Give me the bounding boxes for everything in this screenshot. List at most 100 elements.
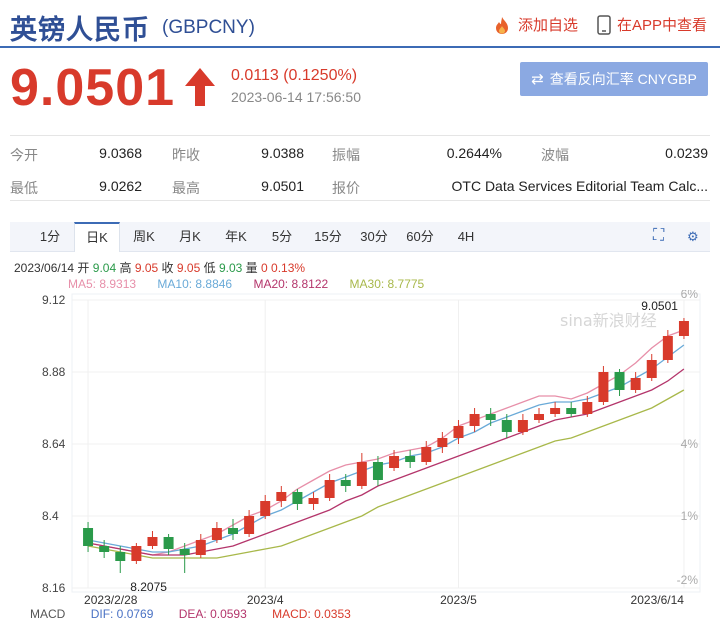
candlestick-chart[interactable]: sina新浪财经 9.12 8.88 8.64 8.4 8.16 6% 4% 1% -2% 202… [0,290,720,608]
y-tick-label: 8.64 [42,437,66,451]
candle-body [179,549,190,555]
right-tick-label: 1% [681,509,699,523]
tab-monthly-k[interactable]: 月K [168,222,212,252]
tab-4h[interactable]: 4H [444,222,488,252]
macd-dea: DEA: 0.0593 [178,607,247,621]
volume-label: 量 [245,261,258,275]
open-value: 9.04 [92,261,117,275]
watermark-text: sina新浪财经 [560,311,657,330]
change-pct: 0.13% [271,261,306,275]
stat-value-quote-source: OTC Data Services Editorial Team Calc... [451,178,709,194]
stat-label-prev-close: 昨收 [172,147,200,163]
reverse-rate-button[interactable]: ⇄ 查看反向汇率 CNYGBP [520,62,708,96]
x-tick-label: 2023/2/28 [84,593,138,607]
stat-value-open: 9.0368 [99,145,142,161]
candle-body [292,492,303,504]
open-app-label: 在APP中查看 [617,17,708,34]
candle-body [211,528,222,540]
candle-body [469,414,480,426]
close-label: 收 [161,261,174,275]
candle-body [630,378,641,390]
candle-body [662,336,673,360]
stat-value-low: 9.0262 [99,178,142,194]
price-change: 0.0113 (0.1250%) [231,67,358,84]
stat-label-high: 最高 [172,180,200,196]
stat-label-open: 今开 [10,147,38,163]
y-tick-label: 8.4 [42,509,59,523]
stat-value-prev-close: 9.0388 [261,145,304,161]
candle-body [244,516,255,534]
candle-body [614,372,625,390]
candle-body [405,456,416,462]
candle-body [372,462,383,480]
candle-body [115,552,126,561]
settings-icon[interactable]: ⚙ [687,229,699,245]
stat-value-high: 9.0501 [261,178,304,194]
candle-body [550,408,561,414]
candle-body [534,414,544,420]
stat-label-range: 波幅 [541,147,569,163]
chart-period-tabs: 1分 日K 周K 月K 年K 5分 15分 30分 60分 4H ⛶ ⚙ [10,222,710,252]
candle-body [646,360,657,378]
candle-body [83,528,94,546]
right-tick-label: 4% [681,437,699,451]
stat-label-quote-source: 报价 [332,180,360,196]
candle-body [99,546,110,552]
tab-15min[interactable]: 15分 [306,222,350,252]
page-header: 英镑人民币 (GBPCNY) 添加自选 在APP中查看 [0,0,720,48]
ma20-legend: MA20: 8.8122 [253,277,329,291]
stats-table: 今开 9.0368 昨收 9.0388 振幅 0.2644% 波幅 0.0239… [10,135,710,201]
stat-label-low: 最低 [10,180,38,196]
candle-body [324,480,335,498]
candle-body [421,447,432,462]
candle-body [517,420,528,432]
fire-icon [496,16,508,34]
candle-body [276,492,287,501]
candle-body [501,420,512,432]
tab-60min[interactable]: 60分 [398,222,442,252]
up-arrow-icon [185,68,215,106]
quote-timestamp: 2023-06-14 17:56:50 [231,89,361,105]
candle-body [566,408,577,414]
candle-body [228,528,238,534]
open-label: 开 [77,261,90,275]
candle-body [131,546,142,561]
macd-title: MACD [30,607,66,621]
tab-weekly-k[interactable]: 周K [122,222,166,252]
phone-icon [597,14,611,35]
candle-body [678,321,689,336]
moving-average-legend: MA5: 8.9313 MA10: 8.8846 MA20: 8.8122 MA… [68,277,442,291]
candle-body [260,501,271,516]
macd-legend: MACD DIF: 0.0769 DEA: 0.0593 MACD: 0.035… [30,607,373,621]
stat-label-amplitude: 振幅 [332,147,360,163]
open-app-button[interactable]: 在APP中查看 [597,14,707,35]
low-label: 低 [203,261,216,275]
right-tick-label: -2% [677,573,699,587]
swap-icon: ⇄ [531,71,544,88]
tab-5min[interactable]: 5分 [260,222,304,252]
ma5-legend: MA5: 8.9313 [68,277,137,291]
tab-30min[interactable]: 30分 [352,222,396,252]
right-tick-label: 6% [681,290,699,301]
tab-yearly-k[interactable]: 年K [214,222,258,252]
x-tick-label: 2023/5 [440,593,477,607]
tab-daily-k[interactable]: 日K [74,222,120,252]
add-watchlist-label: 添加自选 [518,17,579,34]
min-price-label: 8.2075 [130,580,167,594]
y-tick-label: 8.16 [42,581,66,595]
x-tick-label: 2023/6/14 [631,593,685,607]
stat-value-amplitude: 0.2644% [446,145,502,161]
candle-body [356,462,367,486]
low-value: 9.03 [218,261,243,275]
symbol-code: (GBPCNY) [162,17,255,38]
ma10-legend: MA10: 8.8846 [157,277,233,291]
add-watchlist-button[interactable]: 添加自选 [492,14,578,35]
ohlc-date: 2023/06/14 [14,261,75,275]
candle-body [147,537,158,546]
candle-body [453,426,464,438]
candle-body [163,537,174,549]
current-price: 9.0501 [10,59,176,117]
tab-1min[interactable]: 1分 [28,222,72,252]
fullscreen-icon[interactable]: ⛶ [653,227,664,245]
candle-body [582,402,593,414]
